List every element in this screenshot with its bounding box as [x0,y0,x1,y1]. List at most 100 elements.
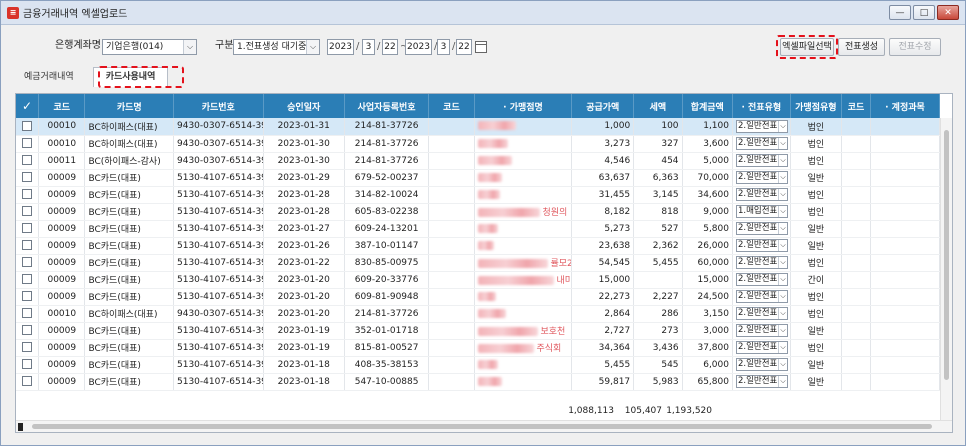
chevron-down-icon: ⌵ [777,223,787,234]
table-row[interactable]: 00010BC하이패스(대표)9430-0307-6514-39772023-0… [16,118,941,136]
table-row[interactable]: 00009BC카드(대표)5130-4107-6514-39492023-01-… [16,271,941,289]
cell-merchant [474,373,573,391]
table-row[interactable]: 00009BC카드(대표)5130-4107-6514-39492023-01-… [16,169,941,187]
table-row[interactable]: 00009BC카드(대표)5130-4107-6514-39492023-01-… [16,186,941,204]
table-row[interactable]: 00009BC카드(대표)5130-4107-6514-39492023-01-… [16,237,941,255]
cell-merchant: 청원의 [474,203,573,221]
row-checkbox[interactable] [22,155,33,166]
voucher-type-select[interactable]: 2.일반전표 ⌵ [735,341,788,354]
create-voucher-button[interactable]: 전표생성 [838,38,885,56]
horizontal-scroll-thumb[interactable] [32,424,932,429]
table-row[interactable]: 00009BC카드(대표)5130-4107-6514-39492023-01-… [16,373,941,391]
voucher-type-select[interactable]: 2.일반전표 ⌵ [735,188,788,201]
row-checkbox-cell [16,305,40,323]
voucher-type-value: 2.일반전표 [737,120,778,131]
voucher-type-select[interactable]: 2.일반전표 ⌵ [735,375,788,388]
tab-deposit[interactable]: 예금거래내역 [11,67,87,87]
table-row[interactable]: 00009BC카드(대표)5130-4107-6514-39492023-01-… [16,288,941,306]
date-from-year[interactable]: 2023 [327,39,354,55]
cell-supply: 23,638 [571,237,635,255]
row-checkbox[interactable] [22,172,33,183]
date-from-day[interactable]: 22 [382,39,398,55]
cell-merchant: 률모2 [474,254,573,272]
row-checkbox[interactable] [22,240,33,251]
table-row[interactable]: 00009BC카드(대표)5130-4107-6514-39492023-01-… [16,339,941,357]
col-tax[interactable]: 세액 [633,94,683,118]
voucher-type-select[interactable]: 2.일반전표 ⌵ [735,256,788,269]
table-row[interactable]: 00009BC카드(대표)5130-4107-6514-39492023-01-… [16,254,941,272]
row-checkbox-cell [16,339,40,357]
col-voucher-type[interactable]: · 전표유형 [732,94,791,118]
voucher-type-select[interactable]: 2.일반전표 ⌵ [735,239,788,252]
row-checkbox[interactable] [22,325,33,336]
row-checkbox[interactable] [22,274,33,285]
date-from-month[interactable]: 3 [362,39,375,55]
col-merchant-type[interactable]: 가맹점유형 [790,94,843,118]
voucher-type-select[interactable]: 2.일반전표 ⌵ [735,324,788,337]
minimize-button[interactable]: — [889,5,911,20]
col-supply[interactable]: 공급가액 [571,94,635,118]
voucher-type-select[interactable]: 2.일반전표 ⌵ [735,222,788,235]
date-to-month[interactable]: 3 [437,39,450,55]
voucher-type-value: 2.일반전표 [737,138,778,148]
edit-voucher-button[interactable]: 전표수정 [889,38,941,56]
close-button[interactable]: ✕ [937,5,959,20]
table-row[interactable]: 00011BC(하이패스-감사)9430-0307-6514-39692023-… [16,152,941,170]
cell-merchant-type: 간이 [790,271,843,289]
cell-card-name: BC카드(대표) [84,186,174,204]
col-biz-reg-no[interactable]: 사업자등록번호 [344,94,430,118]
voucher-type-select[interactable]: 2.일반전표 ⌵ [735,154,788,167]
col-approval-date[interactable]: 승인일자 [263,94,345,118]
horizontal-scrollbar[interactable] [16,420,952,432]
table-row[interactable]: 00010BC하이패스(대표)9430-0307-6514-39772023-0… [16,305,941,323]
cell-tax: 273 [633,322,683,340]
table-row[interactable]: 00009BC카드(대표)5130-4107-6514-39492023-01-… [16,322,941,340]
type-select[interactable]: 1.전표생성 대기중 ⌵ [233,39,320,55]
col-code[interactable]: 코드 [38,94,86,118]
tab-card-usage[interactable]: 카드사용내역 [92,67,169,87]
col-merchant[interactable]: · 가맹점명 [474,94,573,118]
voucher-type-select[interactable]: 2.일반전표 ⌵ [735,273,788,286]
cell-tax: 5,455 [633,254,683,272]
voucher-type-select[interactable]: 2.일반전표 ⌵ [735,137,788,150]
row-checkbox[interactable] [22,121,33,131]
row-checkbox[interactable] [22,189,33,200]
table-row[interactable]: 00010BC하이패스(대표)9430-0307-6514-39772023-0… [16,135,941,153]
row-checkbox[interactable] [22,342,33,353]
voucher-type-select[interactable]: 2.일반전표 ⌵ [735,307,788,320]
cell-approval-date: 2023-01-20 [263,271,345,289]
col-account[interactable]: · 계정과목 [870,94,941,118]
row-checkbox[interactable] [22,308,33,319]
voucher-type-select[interactable]: 2.일반전표 ⌵ [735,358,788,371]
col-card-number[interactable]: 카드번호 [173,94,264,118]
voucher-type-select[interactable]: 1.매입전표 ⌵ [735,205,788,218]
row-checkbox[interactable] [22,223,33,234]
row-checkbox[interactable] [22,206,33,217]
maximize-button[interactable]: □ [913,5,935,20]
table-row[interactable]: 00009BC카드(대표)5130-4107-6514-39492023-01-… [16,356,941,374]
row-checkbox[interactable] [22,138,33,149]
bank-account-select[interactable]: 기업은행(014) ⌵ [102,39,197,55]
date-to-year[interactable]: 2023 [405,39,432,55]
vertical-scroll-thumb[interactable] [944,130,949,380]
table-row[interactable]: 00009BC카드(대표)5130-4107-6514-39492023-01-… [16,220,941,238]
row-checkbox[interactable] [22,376,33,387]
row-checkbox[interactable] [22,257,33,268]
col-total[interactable]: 합계금액 [682,94,733,118]
excel-file-select-button[interactable]: 엑셀파일선택 [780,38,834,56]
calendar-icon[interactable] [475,41,487,53]
voucher-type-select[interactable]: 2.일반전표 ⌵ [735,290,788,303]
cell-card-name: BC카드(대표) [84,237,174,255]
row-checkbox[interactable] [22,291,33,302]
row-checkbox[interactable] [22,359,33,370]
select-all-checkbox[interactable]: ✓ [16,94,40,118]
cell-code: 00009 [38,288,86,306]
date-to-day[interactable]: 22 [456,39,472,55]
vertical-scrollbar[interactable] [940,118,952,422]
voucher-type-select[interactable]: 2.일반전표 ⌵ [735,171,788,184]
col-code-2[interactable]: 코드 [428,94,475,118]
voucher-type-select[interactable]: 2.일반전표 ⌵ [735,119,788,133]
col-code-3[interactable]: 코드 [841,94,871,118]
col-card-name[interactable]: 카드명 [84,94,174,118]
table-row[interactable]: 00009BC카드(대표)5130-4107-6514-39492023-01-… [16,203,941,221]
